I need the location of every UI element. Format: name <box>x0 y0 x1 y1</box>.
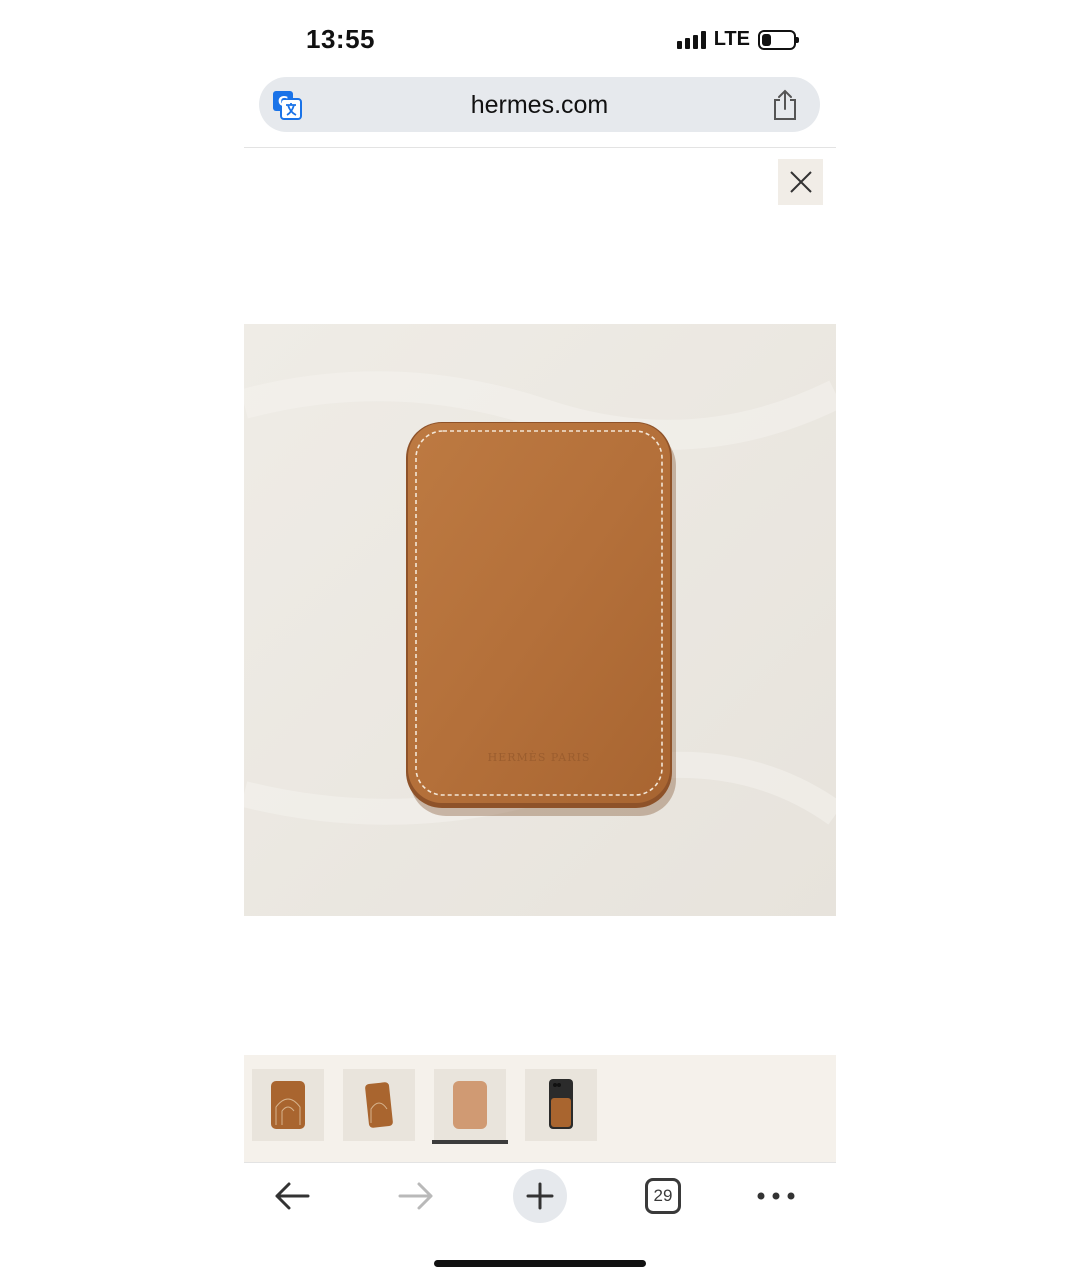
thumbnail-strip <box>244 1055 836 1162</box>
back-arrow-icon <box>275 1182 310 1210</box>
thumbnail-front-view[interactable] <box>252 1069 324 1141</box>
more-button[interactable] <box>756 1169 796 1223</box>
thumbnail-on-phone-view[interactable] <box>525 1069 597 1141</box>
product-image[interactable]: HERMÈS PARIS <box>244 324 836 916</box>
plus-icon <box>526 1182 554 1210</box>
url-text[interactable]: hermes.com <box>259 91 820 120</box>
forward-button[interactable] <box>396 1169 436 1223</box>
thumbnail-back-view[interactable] <box>434 1069 506 1141</box>
status-time: 13:55 <box>306 24 375 54</box>
tabs-count: 29 <box>645 1178 681 1214</box>
network-type: LTE <box>713 28 750 50</box>
thumbnail-angled-view[interactable] <box>343 1069 415 1141</box>
share-icon[interactable] <box>770 88 800 122</box>
battery-icon <box>758 29 799 50</box>
home-indicator[interactable] <box>434 1260 646 1267</box>
forward-arrow-icon <box>398 1182 433 1210</box>
address-bar[interactable]: G hermes.com <box>259 77 820 132</box>
close-button[interactable] <box>778 159 823 205</box>
selected-thumbnail-indicator <box>432 1140 508 1144</box>
header-divider <box>244 147 836 148</box>
browser-toolbar: 29 <box>244 1162 836 1228</box>
more-icon <box>757 1192 795 1200</box>
close-icon <box>789 171 812 193</box>
signal-icon <box>676 30 706 49</box>
status-indicators: LTE <box>676 28 799 51</box>
svg-text:HERMÈS PARIS: HERMÈS PARIS <box>488 750 591 764</box>
new-tab-button[interactable] <box>512 1169 568 1223</box>
phone-screen: 13:55 LTE G hermes.com HERMÈS PARIS 29 <box>244 0 836 1280</box>
back-button[interactable] <box>272 1169 312 1223</box>
tabs-button[interactable]: 29 <box>643 1169 683 1223</box>
